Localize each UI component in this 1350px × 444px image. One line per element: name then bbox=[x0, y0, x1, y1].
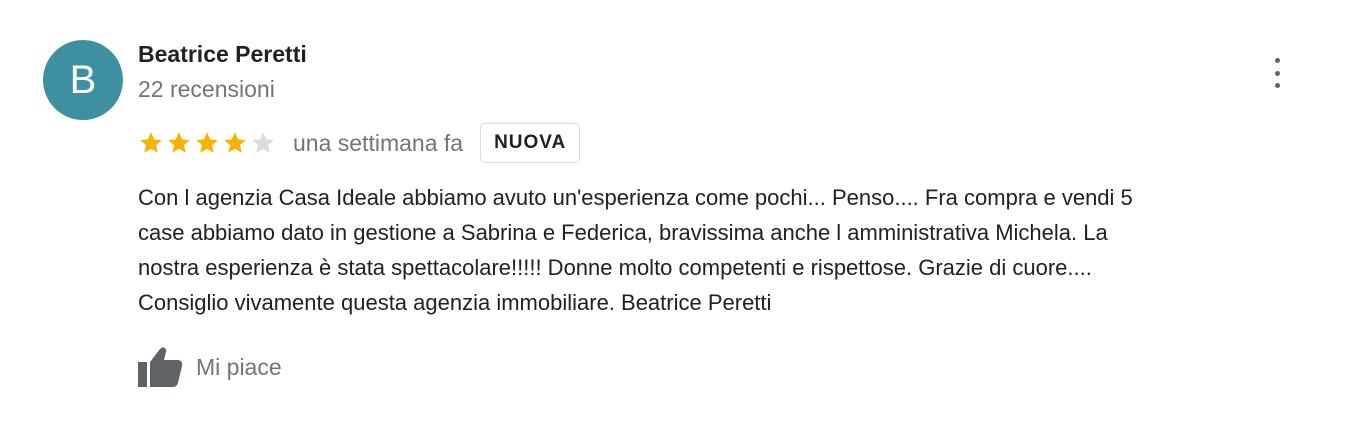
star-filled-icon bbox=[224, 132, 246, 153]
avatar[interactable]: B bbox=[43, 40, 123, 120]
more-dot bbox=[1274, 83, 1280, 88]
star-filled-icon bbox=[196, 132, 218, 153]
review-text: Con l agenzia Casa Ideale abbiamo avuto … bbox=[138, 185, 1133, 315]
avatar-initial: B bbox=[69, 57, 97, 102]
review-card: B Beatrice Peretti 22 recensioni una set… bbox=[0, 0, 1350, 444]
thumbs-up-icon bbox=[138, 347, 183, 387]
star-rating bbox=[138, 130, 276, 156]
more-options-icon[interactable] bbox=[1262, 56, 1292, 90]
new-badge: NUOVA bbox=[480, 123, 581, 163]
like-label: Mi piace bbox=[196, 353, 282, 380]
like-button[interactable]: Mi piace bbox=[136, 345, 282, 389]
review-meta: una settimana fa NUOVA bbox=[138, 122, 581, 164]
author-name[interactable]: Beatrice Peretti bbox=[138, 41, 307, 68]
star-empty-icon bbox=[252, 132, 274, 153]
more-dot bbox=[1274, 58, 1280, 63]
star-filled-icon bbox=[168, 132, 190, 153]
review-count: 22 recensioni bbox=[138, 76, 275, 102]
star-filled-icon bbox=[140, 132, 162, 153]
review-time: una settimana fa bbox=[293, 129, 464, 156]
more-dot bbox=[1274, 70, 1280, 76]
